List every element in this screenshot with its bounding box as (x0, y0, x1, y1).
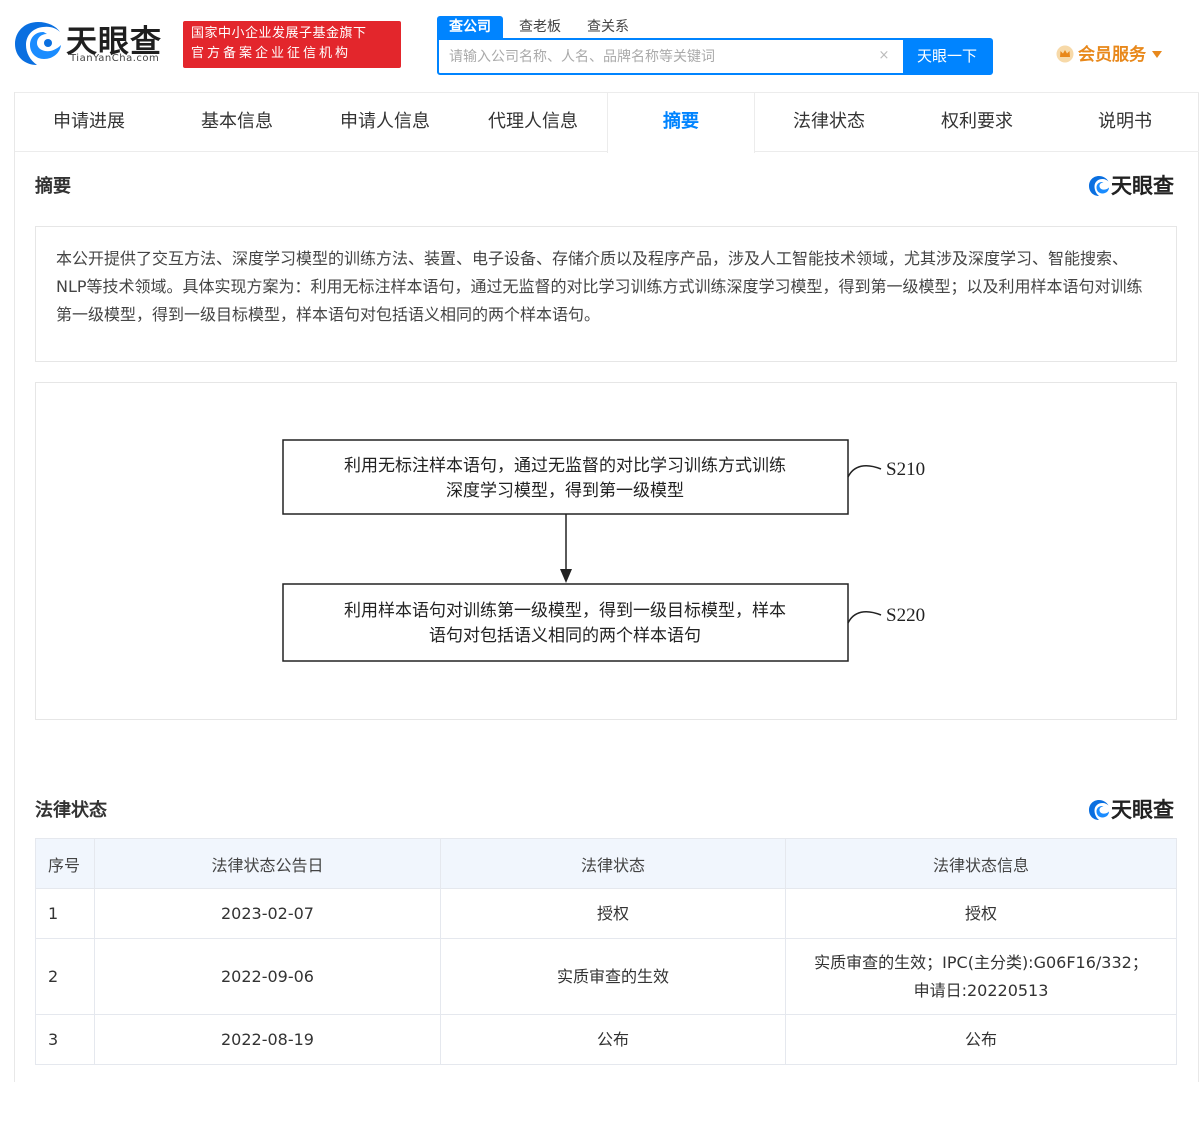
search-input[interactable] (439, 40, 904, 73)
row-index: 3 (35, 1014, 95, 1065)
tianyancha-logo[interactable]: 天眼查 TianYanCha.com (12, 16, 177, 72)
header-legal-info: 法律状态信息 (785, 838, 1177, 889)
abstract-content-box: 本公开提供了交互方法、深度学习模型的训练方法、装置、电子设备、存储介质以及程序产… (35, 226, 1177, 362)
search-tab-boss[interactable]: 查老板 (519, 16, 561, 38)
top-header: 天眼查 TianYanCha.com 国家中小企业发展子基金旗下 官方备案企业征… (0, 0, 1200, 92)
logo-subtext: TianYanCha.com (70, 53, 160, 64)
row-info-line1: 授权 (964, 903, 997, 923)
member-service-label: 会员服务 (1078, 45, 1146, 65)
flowchart-step1-box (282, 439, 849, 515)
flowchart: 利用无标注样本语句，通过无监督的对比学习训练方式训练 深度学习模型，得到第一级模… (282, 439, 925, 662)
table-row: 1 2023-02-07 授权 授权 (35, 888, 1177, 939)
row-info: 授权 (785, 888, 1177, 939)
row-info: 公布 (785, 1014, 1177, 1065)
row-info-line1: 公布 (964, 1029, 997, 1049)
badge-line-1: 国家中小企业发展子基金旗下 (191, 26, 367, 41)
table-row: 2 2022-09-06 实质审查的生效 实质审查的生效；IPC(主分类):G0… (35, 938, 1177, 1015)
legal-brand-mark: 天眼查 (1088, 794, 1174, 822)
row-status: 授权 (440, 888, 786, 939)
tianyancha-eye-icon (1089, 176, 1109, 196)
header-legal-status: 法律状态 (440, 838, 786, 889)
tab-description[interactable]: 说明书 (1051, 93, 1199, 152)
tab-legal-status[interactable]: 法律状态 (755, 93, 903, 152)
flowchart-arrowhead (560, 569, 572, 583)
abstract-text: 本公开提供了交互方法、深度学习模型的训练方法、装置、电子设备、存储介质以及程序产… (56, 249, 1143, 324)
tab-abstract[interactable]: 摘要 (607, 93, 755, 153)
row-info: 实质审查的生效；IPC(主分类):G06F16/332； 申请日:2022051… (785, 938, 1177, 1015)
official-badge: 国家中小企业发展子基金旗下 官方备案企业征信机构 (183, 21, 401, 68)
row-index: 1 (35, 888, 95, 939)
table-header-row: 序号 法律状态公告日 法律状态 法律状态信息 (35, 838, 1177, 889)
patent-detail-panel: 申请进展 基本信息 申请人信息 代理人信息 摘要 法律状态 权利要求 说明书 摘… (14, 92, 1199, 1082)
chevron-down-icon (1152, 51, 1162, 58)
search-button[interactable]: 天眼一下 (903, 40, 991, 73)
abstract-brand-mark: 天眼查 (1088, 170, 1174, 198)
clear-icon[interactable]: × (875, 47, 893, 65)
row-date: 2022-09-06 (94, 938, 441, 1015)
flowchart-step1-leader (847, 464, 882, 478)
flowchart-step2-line2: 语句对包括语义相同的两个样本语句 (429, 626, 701, 646)
badge-line-2: 官方备案企业征信机构 (191, 46, 352, 61)
tianyancha-eye-icon (1089, 800, 1109, 820)
row-status: 公布 (440, 1014, 786, 1065)
section-nav: 申请进展 基本信息 申请人信息 代理人信息 摘要 法律状态 权利要求 说明书 (15, 92, 1199, 153)
tab-agent-info[interactable]: 代理人信息 (459, 93, 607, 152)
flowchart-step2-line1: 利用样本语句对训练第一级模型，得到一级目标模型，样本 (344, 601, 786, 621)
flowchart-step2-box (282, 583, 849, 662)
flowchart-step2-leader (847, 610, 882, 624)
row-date: 2022-08-19 (94, 1014, 441, 1065)
member-service-menu[interactable]: 会员服务 (1056, 42, 1162, 68)
search-box: × 天眼一下 (437, 38, 993, 75)
legal-status-title: 法律状态 (35, 800, 107, 821)
tab-claims[interactable]: 权利要求 (903, 93, 1051, 152)
row-date: 2023-02-07 (94, 888, 441, 939)
flowchart-step1-line1: 利用无标注样本语句，通过无监督的对比学习训练方式训练 (344, 456, 786, 476)
row-info-line1: 实质审查的生效；IPC(主分类):G06F16/332； (814, 952, 1148, 972)
crown-icon (1056, 45, 1074, 63)
legal-status-table: 序号 法律状态公告日 法律状态 法律状态信息 1 2023-02-07 授权 授… (35, 838, 1177, 1065)
abstract-figure: 利用无标注样本语句，通过无监督的对比学习训练方式训练 深度学习模型，得到第一级模… (35, 382, 1177, 720)
row-status: 实质审查的生效 (440, 938, 786, 1015)
search-tab-relation[interactable]: 查关系 (587, 16, 629, 38)
flowchart-step2-label: S220 (886, 605, 925, 626)
abstract-title: 摘要 (35, 176, 71, 197)
tab-application-progress[interactable]: 申请进展 (15, 93, 163, 152)
legal-brand-text: 天眼查 (1111, 798, 1174, 822)
abstract-brand-text: 天眼查 (1111, 174, 1174, 198)
flowchart-step1-label: S210 (886, 459, 925, 480)
flowchart-step1-line2: 深度学习模型，得到第一级模型 (446, 481, 684, 501)
header-index: 序号 (35, 838, 95, 889)
row-index: 2 (35, 938, 95, 1015)
header-announce-date: 法律状态公告日 (94, 838, 441, 889)
table-row: 3 2022-08-19 公布 公布 (35, 1014, 1177, 1065)
logo-eye-icon (15, 22, 61, 65)
row-info-line2: 申请日:20220513 (913, 980, 1049, 1000)
search-tab-company[interactable]: 查公司 (437, 16, 503, 38)
tab-basic-info[interactable]: 基本信息 (163, 93, 311, 152)
tab-applicant-info[interactable]: 申请人信息 (311, 93, 459, 152)
